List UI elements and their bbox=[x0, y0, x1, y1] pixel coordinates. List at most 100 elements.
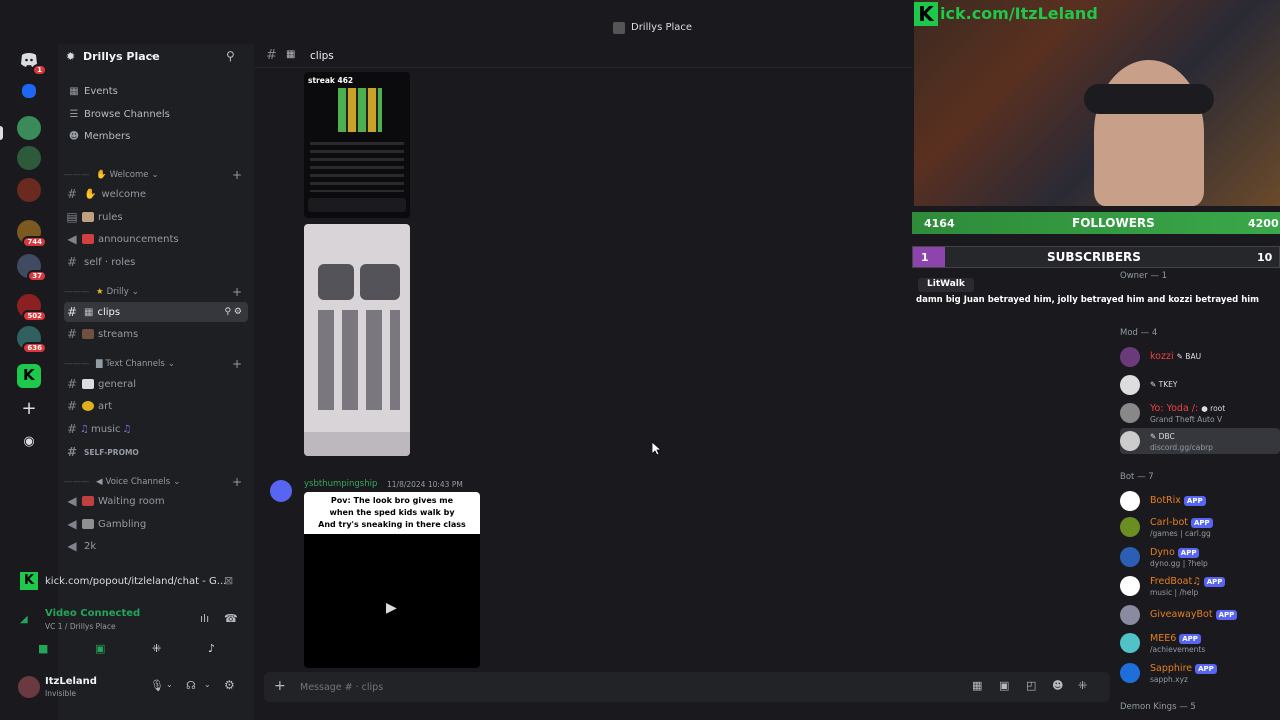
voice-channel-2k[interactable]: ◀ 2k bbox=[64, 536, 248, 556]
wordle-grid bbox=[338, 88, 382, 132]
voice-channel-waiting-room[interactable]: ◀ Waiting room bbox=[64, 491, 248, 511]
add-channel-icon[interactable]: + bbox=[232, 168, 242, 182]
message-input[interactable] bbox=[300, 678, 900, 696]
app-badge: APP bbox=[1203, 577, 1226, 587]
video-attachment[interactable]: streak 462 bbox=[304, 72, 410, 218]
activities-icon[interactable]: ⁜ bbox=[152, 642, 161, 655]
server-icon[interactable]: 37 bbox=[17, 254, 47, 282]
voice-location[interactable]: VC 1 / Drillys Place bbox=[45, 622, 116, 631]
speaker-icon: ◀ bbox=[67, 517, 77, 531]
category-drilly[interactable]: ——— ★ Drilly ⌄ + bbox=[64, 285, 248, 299]
apps-icon[interactable]: ⁜ bbox=[1078, 679, 1087, 692]
member-row[interactable]: Sapphire APP sapph.xyz bbox=[1120, 660, 1280, 686]
megaphone-icon: ◀ bbox=[67, 232, 77, 246]
disconnect-icon[interactable]: ☎ bbox=[224, 612, 238, 625]
microphone-icon[interactable]: 🎙︎ bbox=[150, 679, 164, 692]
kick-server-icon[interactable]: K bbox=[17, 364, 41, 388]
message-list: streak 462 ysbthumpingship 11/8/2024 10:… bbox=[254, 68, 912, 688]
member-name: Dyno APP bbox=[1150, 547, 1200, 558]
avatar[interactable] bbox=[18, 676, 40, 698]
soundboard-icon[interactable]: ♪ bbox=[208, 642, 215, 655]
member-row[interactable]: kozzi ✎ BAU bbox=[1120, 344, 1280, 370]
chevron-down-icon[interactable]: ⌄ bbox=[204, 680, 211, 689]
invite-user-icon[interactable]: ⚲ bbox=[226, 49, 235, 63]
sticker-icon[interactable]: ◰ bbox=[1026, 679, 1036, 692]
category-welcome[interactable]: ——— ✋ Welcome ⌄ + bbox=[64, 168, 248, 182]
close-activity-icon[interactable]: ⊠ bbox=[224, 574, 233, 587]
screen-share-icon[interactable]: ▣ bbox=[95, 642, 105, 655]
nav-label: Members bbox=[84, 130, 131, 142]
add-channel-icon[interactable]: + bbox=[232, 357, 242, 371]
channel-self-roles[interactable]: # self · roles bbox=[64, 252, 248, 272]
avatar[interactable] bbox=[270, 480, 292, 502]
member-activity: Grand Theft Auto V bbox=[1150, 415, 1223, 424]
nav-members[interactable]: ☻ Members bbox=[64, 126, 248, 146]
server-icon[interactable]: 744 bbox=[17, 220, 47, 248]
video-attachment[interactable]: Pov: The look bro gives me when the sped… bbox=[304, 492, 480, 668]
message-author[interactable]: ysbthumpingship bbox=[304, 479, 377, 489]
chevron-down-icon[interactable]: ⌄ bbox=[166, 680, 173, 689]
member-row[interactable]: FredBoat♫ APP music | /help bbox=[1120, 573, 1280, 599]
member-row[interactable]: MEE6 APP/achievements bbox=[1120, 630, 1280, 656]
voice-status[interactable]: Video Connected bbox=[45, 608, 140, 619]
channel-clips[interactable]: # ▦ clips ⚲ ⚙ bbox=[64, 302, 248, 322]
emoji-icon[interactable]: ☻ bbox=[1052, 679, 1063, 692]
add-attachment-icon[interactable]: + bbox=[274, 678, 286, 694]
activity-row[interactable]: K kick.com/popout/itzleland/chat - G... … bbox=[10, 570, 246, 594]
guild-icon: ✹ bbox=[66, 50, 76, 63]
category-text-channels[interactable]: ——— ▇ Text Channels ⌄ + bbox=[64, 357, 248, 371]
channel-welcome[interactable]: # ✋ welcome bbox=[64, 184, 248, 204]
settings-gear-icon[interactable]: ⚙ bbox=[224, 678, 235, 692]
channel-general[interactable]: # general bbox=[64, 374, 248, 394]
gif-icon[interactable]: ▣ bbox=[999, 679, 1009, 692]
server-icon[interactable]: 636 bbox=[17, 326, 47, 354]
play-icon[interactable]: ▶ bbox=[386, 600, 397, 616]
server-icon[interactable] bbox=[17, 146, 41, 170]
add-server-icon[interactable]: + bbox=[17, 398, 41, 422]
username[interactable]: ItzLeland bbox=[45, 676, 97, 687]
member-name: BotRix APP bbox=[1150, 495, 1206, 506]
add-channel-icon[interactable]: + bbox=[232, 475, 242, 489]
member-name: Yo: Yoda /: ● root bbox=[1150, 403, 1226, 414]
member-row[interactable]: ✎ TKEY bbox=[1120, 372, 1280, 398]
member-row[interactable]: ✎ DBC discord.gg/cabrp bbox=[1120, 428, 1280, 454]
channel-announcements[interactable]: ◀ announcements bbox=[64, 229, 248, 249]
channel-streams[interactable]: # streams bbox=[64, 324, 248, 344]
member-row[interactable]: Dyno APP dyno.gg | ?help bbox=[1120, 544, 1280, 570]
guild-header[interactable]: ✹ Drillys Place ⌄ ⚲ bbox=[58, 44, 254, 68]
video-attachment[interactable] bbox=[304, 224, 410, 456]
category-voice-channels[interactable]: ——— ◀ Voice Channels ⌄ + bbox=[64, 475, 248, 489]
channel-music[interactable]: # ♫ music ♫ bbox=[64, 419, 248, 439]
headphones-icon[interactable]: ☊ bbox=[186, 679, 196, 692]
member-row[interactable]: GiveawayBot APP bbox=[1120, 602, 1280, 628]
add-channel-icon[interactable]: + bbox=[232, 285, 242, 299]
channel-self-promo[interactable]: # SELF-PROMO bbox=[64, 442, 248, 462]
member-activity: discord.gg/cabrp bbox=[1150, 443, 1213, 452]
subscribers-label: SUBSCRIBERS bbox=[1047, 250, 1141, 264]
channel-art[interactable]: # art bbox=[64, 396, 248, 416]
gift-icon[interactable]: ▦ bbox=[972, 679, 982, 692]
channel-header: # ▦ clips bbox=[254, 44, 912, 68]
browse-icon: ☰ bbox=[69, 108, 79, 120]
nav-events[interactable]: ▦ Events bbox=[64, 81, 248, 101]
channel-label: SELF-PROMO bbox=[84, 447, 139, 457]
server-icon[interactable] bbox=[17, 178, 41, 202]
server-icon[interactable] bbox=[17, 116, 41, 140]
noise-suppression-icon[interactable]: ılı bbox=[200, 612, 209, 625]
member-row[interactable]: Yo: Yoda /: ● root Grand Theft Auto V bbox=[1120, 400, 1280, 426]
voice-channel-gambling[interactable]: ◀ Gambling bbox=[64, 514, 248, 534]
server-folder[interactable] bbox=[22, 84, 36, 98]
server-icon[interactable]: 502 bbox=[17, 294, 47, 322]
nav-browse-channels[interactable]: ☰ Browse Channels bbox=[64, 104, 248, 124]
window-title: Drillys Place bbox=[631, 22, 693, 33]
camera-icon[interactable]: ■ bbox=[38, 642, 48, 655]
channel-settings-icon[interactable]: ⚲ ⚙ bbox=[224, 307, 242, 317]
member-row[interactable]: Carl-bot APP/games | carl.gg bbox=[1120, 514, 1280, 540]
channel-rules[interactable]: ▤ rules bbox=[64, 207, 248, 227]
discover-icon[interactable]: ◉ bbox=[17, 430, 41, 454]
direct-messages-button[interactable]: 1 bbox=[17, 48, 47, 76]
member-tag: TKEY bbox=[1158, 380, 1178, 389]
member-row[interactable]: BotRix APP bbox=[1120, 488, 1280, 514]
member-group-label: Bot — 7 bbox=[1120, 472, 1154, 482]
member-list: Mod — 4 kozzi ✎ BAU ✎ TKEY Yo: Yoda /: ●… bbox=[1112, 320, 1280, 720]
